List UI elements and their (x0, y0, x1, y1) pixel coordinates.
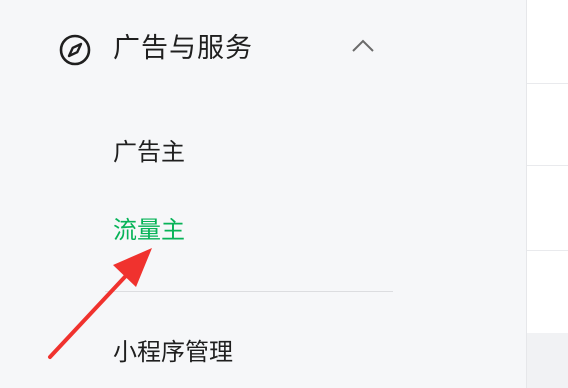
compass-icon (59, 34, 91, 66)
section-title: 广告与服务 (113, 33, 253, 64)
section-header-ads-services[interactable]: 广告与服务 (0, 20, 526, 78)
content-row-divider (527, 83, 568, 84)
content-footer-area (527, 333, 568, 388)
content-area (527, 0, 568, 388)
content-row-divider (527, 165, 568, 166)
sidebar: 广告与服务 广告主 流量主 小程序管理 (0, 0, 526, 388)
sidebar-item-advertiser[interactable]: 广告主 (113, 135, 185, 169)
red-arrow-annotation (48, 248, 152, 359)
chevron-up-icon[interactable] (350, 38, 376, 54)
content-row-divider (527, 250, 568, 251)
